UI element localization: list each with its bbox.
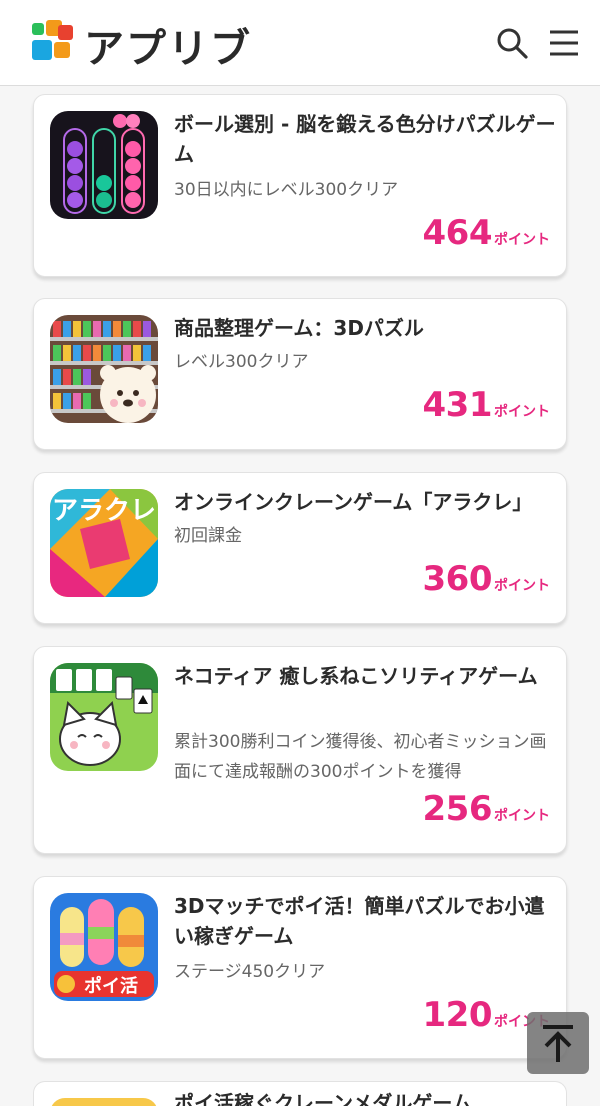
shelf-sort-app-icon [50, 315, 158, 423]
offer-points: 360 ポイント [423, 559, 550, 599]
offer-title: ポイ活稼ぐクレーンメダルゲーム [174, 1091, 472, 1106]
offer-title: ネコティア 癒し系ねこソリティアゲーム [174, 664, 538, 688]
offer-title: 商品整理ゲーム：3Dパズル [174, 316, 424, 340]
offer-points: 431 ポイント [423, 385, 550, 425]
offer-card[interactable]: ポイ活 3Dマッチでポイ活！簡単パズルでお小遣い稼ぎゲーム ステージ450クリア… [33, 876, 567, 1059]
back-to-top-button[interactable] [527, 1012, 589, 1074]
ball-sort-app-icon [50, 111, 158, 219]
points-value: 360 [422, 559, 493, 599]
logo-text[interactable]: アプリブ [84, 16, 252, 74]
arrow-up-to-line-icon [543, 1025, 573, 1062]
icon-label: アラクレ [52, 496, 156, 526]
points-value: 256 [422, 789, 493, 829]
offer-card[interactable]: 商品整理ゲーム：3Dパズル レベル300クリア 431 ポイント [33, 298, 567, 450]
offer-card[interactable]: ネコティア 癒し系ねこソリティアゲーム 累計300勝利コイン獲得後、初心者ミッシ… [33, 646, 567, 854]
offer-title: オンラインクレーンゲーム「アラクレ」 [174, 490, 533, 514]
points-unit: ポイント [494, 808, 550, 824]
points-value: 120 [422, 995, 493, 1035]
offer-card[interactable]: ポイ活稼ぐクレーンメダルゲーム [33, 1081, 567, 1106]
offer-points: 464 ポイント [423, 213, 550, 253]
points-value: 431 [422, 385, 493, 425]
offer-condition: 30日以内にレベル300クリア [174, 180, 399, 200]
site-header: アプリブ [0, 0, 600, 86]
crane-medal-app-icon [50, 1098, 158, 1106]
poikatsu-puzzle-app-icon: ポイ活 [50, 893, 158, 1001]
points-unit: ポイント [494, 578, 550, 594]
offer-card[interactable]: アラクレ オンラインクレーンゲーム「アラクレ」 初回課金 360 ポイント [33, 472, 567, 624]
offer-points: 256 ポイント [423, 789, 550, 829]
points-unit: ポイント [494, 232, 550, 248]
logo-mark-icon[interactable] [32, 20, 76, 64]
offer-title: ボール選別 - 脳を鍛える色分けパズルゲーム [174, 112, 556, 166]
offer-condition: 累計300勝利コイン獲得後、初心者ミッション画面にて達成報酬の300ポイントを獲… [174, 732, 547, 782]
aracure-app-icon: アラクレ [50, 489, 158, 597]
icon-label: ポイ活 [84, 975, 138, 997]
hamburger-menu-icon[interactable] [547, 26, 581, 60]
nekotia-app-icon [50, 663, 158, 771]
points-value: 464 [422, 213, 493, 253]
points-unit: ポイント [494, 404, 550, 420]
offer-card[interactable]: ボール選別 - 脳を鍛える色分けパズルゲーム 30日以内にレベル300クリア 4… [33, 94, 567, 277]
offer-condition: 初回課金 [174, 526, 242, 546]
search-icon[interactable] [495, 26, 529, 60]
offer-condition: レベル300クリア [174, 352, 309, 372]
offer-title: 3Dマッチでポイ活！簡単パズルでお小遣い稼ぎゲーム [174, 894, 545, 948]
offer-condition: ステージ450クリア [174, 962, 326, 982]
